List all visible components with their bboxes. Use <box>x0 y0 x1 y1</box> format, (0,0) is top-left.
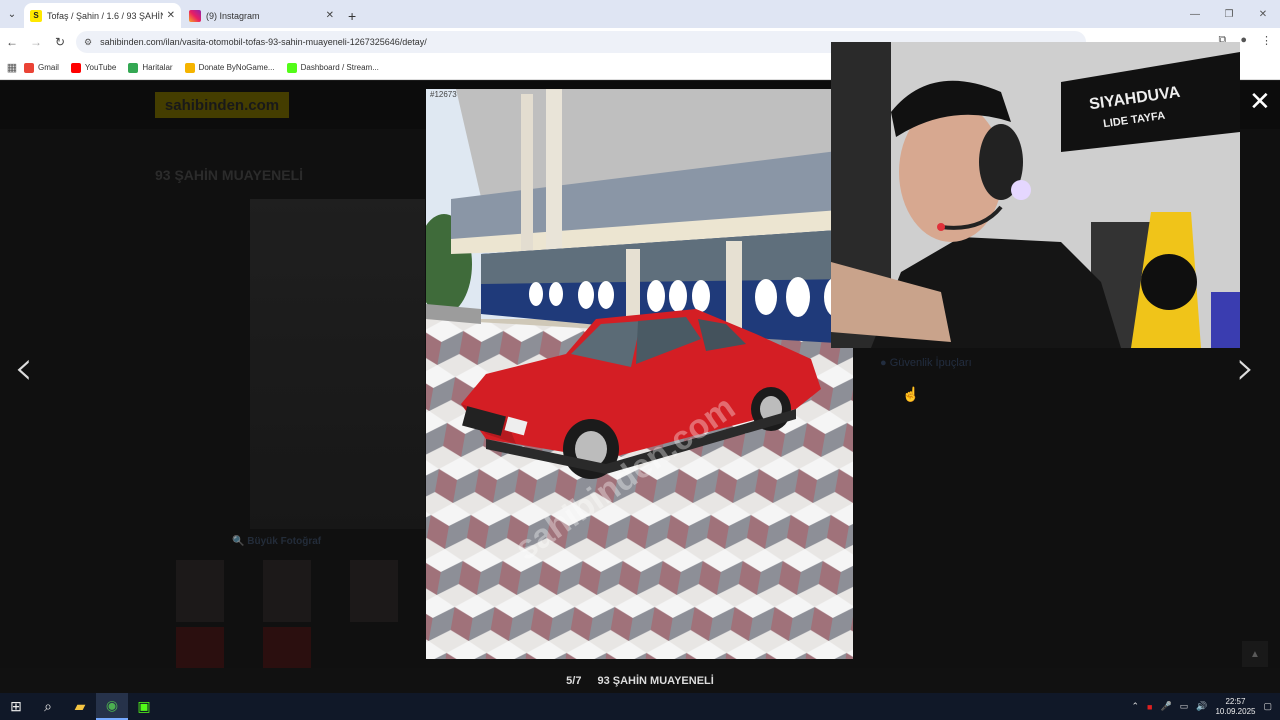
tab-search-icon[interactable]: ⌄ <box>0 0 24 28</box>
kick-app-icon[interactable]: ▣ <box>128 693 160 720</box>
notifications-icon[interactable]: ▢ <box>1263 701 1272 712</box>
profile-icon[interactable]: ● <box>1240 34 1247 47</box>
next-photo-icon[interactable]: › <box>1236 340 1255 396</box>
tab-sahibinden[interactable]: S Tofaş / Şahin / 1.6 / 93 ŞAHİN M ✕ <box>24 3 181 28</box>
reload-icon[interactable]: ↻ <box>48 35 72 49</box>
apps-icon[interactable]: ▦ <box>0 61 24 74</box>
search-icon[interactable]: ⌕ <box>32 693 64 720</box>
prev-photo-icon[interactable]: ‹ <box>14 340 33 396</box>
bookmark-dashboard[interactable]: Dashboard / Stream... <box>286 62 379 73</box>
photo-counter: 5/7 <box>566 674 582 687</box>
tray-app-icon[interactable]: ■ <box>1147 702 1152 712</box>
maps-icon <box>128 62 139 73</box>
tab-title: Tofaş / Şahin / 1.6 / 93 ŞAHİN M <box>47 10 163 21</box>
tab-strip: ⌄ S Tofaş / Şahin / 1.6 / 93 ŞAHİN M ✕ (… <box>0 0 1280 28</box>
tray-chevron-icon[interactable]: ⌃ <box>1132 701 1140 712</box>
window-controls: — ❐ ✕ <box>1178 0 1280 28</box>
menu-icon[interactable]: ⋮ <box>1261 34 1272 47</box>
hand-cursor-icon: ☝ <box>902 386 920 402</box>
donate-icon <box>184 62 195 73</box>
new-tab-button[interactable]: + <box>348 3 356 28</box>
taskbar: ⊞ ⌕ ▰ ◉ ▣ ⌃ ■ 🎤 ▭ 🔊 22:57 10.09.2025 ▢ <box>0 693 1280 720</box>
lightbox-photo: sahibinden.com <box>426 89 853 659</box>
instagram-favicon-icon <box>189 9 201 22</box>
lightbox-caption: 5/7 93 ŞAHİN MUAYENELİ <box>0 668 1280 693</box>
microphone-icon[interactable]: 🎤 <box>1160 701 1171 712</box>
lightbox-close-icon[interactable]: ✕ <box>1249 88 1271 114</box>
file-explorer-icon[interactable]: ▰ <box>64 693 96 720</box>
chrome-icon[interactable]: ◉ <box>96 693 128 720</box>
close-window-icon[interactable]: ✕ <box>1246 0 1280 28</box>
forward-icon[interactable]: → <box>24 35 48 49</box>
youtube-icon <box>70 62 81 73</box>
bookmark-donate[interactable]: Donate ByNoGame... <box>184 62 275 73</box>
restore-icon[interactable]: ❐ <box>1212 0 1246 28</box>
gmail-icon <box>24 62 34 73</box>
car-photo <box>426 89 853 659</box>
url-text: sahibinden.com/ilan/vasita-otomobil-tofa… <box>100 37 427 47</box>
tab-close-icon[interactable]: ✕ <box>167 10 175 21</box>
windows-start-icon[interactable]: ⊞ <box>0 693 32 720</box>
site-info-icon[interactable]: ⚙ <box>84 37 92 48</box>
webcam-overlay: SIYAHDUVA LIDE TAYFA <box>831 42 1240 348</box>
clock[interactable]: 22:57 10.09.2025 <box>1215 697 1255 717</box>
kick-icon <box>286 62 297 73</box>
volume-icon[interactable]: 🔊 <box>1196 701 1207 712</box>
tab-instagram[interactable]: (9) Instagram ✕ <box>183 3 340 28</box>
minimize-icon[interactable]: — <box>1178 0 1212 28</box>
bookmark-youtube[interactable]: YouTube <box>70 62 116 73</box>
bookmark-maps[interactable]: Haritalar <box>128 62 173 73</box>
network-icon[interactable]: ▭ <box>1180 701 1189 712</box>
tab-title: (9) Instagram <box>206 10 260 21</box>
system-tray: ⌃ ■ 🎤 ▭ 🔊 22:57 10.09.2025 ▢ <box>1132 693 1273 720</box>
bookmark-gmail[interactable]: Gmail <box>24 62 59 73</box>
back-icon[interactable]: ← <box>0 35 24 49</box>
caption-title: 93 ŞAHİN MUAYENELİ <box>597 674 714 687</box>
sahibinden-favicon-icon: S <box>30 9 42 22</box>
tab-close-icon[interactable]: ✕ <box>326 10 334 21</box>
listing-id: #12673 <box>430 90 457 99</box>
